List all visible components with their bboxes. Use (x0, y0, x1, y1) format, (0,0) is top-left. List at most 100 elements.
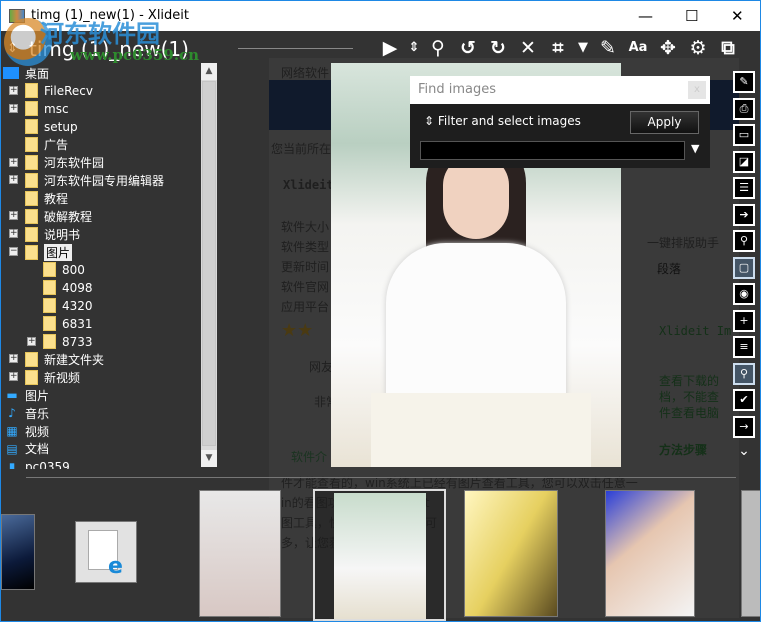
move-icon[interactable]: ✥ (653, 34, 683, 62)
computer-icon[interactable]: ▭ (733, 124, 755, 146)
rotate-left-icon[interactable]: ↺ (453, 34, 483, 62)
tree-item[interactable]: 6831 (3, 315, 201, 333)
tree-item[interactable]: − 图片 (3, 243, 201, 261)
library-item[interactable]: ▤ 文档 (3, 440, 49, 458)
bg-text: Xlideit Im (659, 324, 732, 338)
camera-icon[interactable]: ◉ (733, 283, 755, 305)
close-button[interactable]: ✕ (731, 7, 744, 25)
expand-icon[interactable]: + (9, 103, 18, 113)
folder-add-icon[interactable]: + (733, 309, 755, 332)
filter-label-text: Filter and select images (437, 114, 581, 128)
fullscreen-icon[interactable]: ⧉ (713, 34, 743, 62)
tree-item[interactable]: + 新视频 (3, 368, 201, 386)
tree-label: 破解教程 (44, 209, 93, 224)
close-icon[interactable]: ✕ (513, 34, 543, 62)
window-icon[interactable]: ▢ (733, 256, 755, 279)
up-down-icon[interactable]: ⇕ (405, 34, 423, 62)
exit-icon[interactable]: → (733, 415, 755, 438)
scroll-up-icon[interactable]: ▲ (201, 63, 217, 80)
folder-export-icon[interactable]: ➔ (733, 203, 755, 226)
print-icon[interactable]: ⎙ (733, 97, 755, 120)
search-image-icon[interactable]: ⚲ (733, 230, 755, 252)
library-item[interactable]: ♪ 音乐 (3, 404, 49, 422)
thumbnail[interactable] (605, 490, 695, 617)
tree-item[interactable]: + 河东软件园专用编辑器 (3, 171, 201, 189)
tree-item[interactable]: + 新建文件夹 (3, 350, 201, 368)
minimize-button[interactable]: — (638, 7, 653, 25)
edit-icon[interactable]: ✎ (593, 34, 623, 62)
filter-input[interactable] (420, 141, 685, 160)
viewer-area: 网络软件 系统 您当前所在 Xlideit 软件大小 软件类型 更新时间 软件官… (0, 31, 761, 622)
play-icon[interactable]: ▶ (375, 34, 405, 62)
scrollbar-thumb[interactable] (202, 81, 216, 446)
settings-icon[interactable]: ⚙ (683, 34, 713, 62)
scroll-down-icon[interactable]: ▼ (201, 450, 217, 467)
tree-label: 4098 (62, 280, 93, 295)
expand-icon[interactable]: + (9, 157, 18, 167)
expand-icon[interactable]: + (9, 372, 18, 382)
photo-detail (386, 243, 566, 413)
expand-icon[interactable]: + (9, 211, 18, 221)
tree-label: 桌面 (25, 66, 50, 81)
zoom-icon[interactable]: ⚲ (733, 362, 755, 385)
chevron-down-icon[interactable]: ⌄ (733, 442, 755, 464)
thumbnail[interactable]: e (75, 521, 137, 583)
crop-icon[interactable]: ⌗ (543, 34, 573, 62)
tree-root[interactable]: 桌面 (3, 64, 49, 82)
dropdown-icon[interactable]: ▼ (573, 34, 593, 62)
tree-label: 河东软件园专用编辑器 (44, 173, 165, 188)
library-item[interactable]: ▦ 视频 (3, 422, 49, 440)
dialog-close-button[interactable]: x (688, 81, 706, 99)
expand-icon[interactable]: + (9, 175, 18, 185)
filter-label: ⇕ Filter and select images (424, 114, 581, 128)
sort-icon[interactable]: ⇕ (424, 114, 434, 128)
tree-item[interactable]: + FileRecv (3, 82, 201, 100)
documents-icon: ▤ (6, 441, 18, 456)
tree-item[interactable]: 4098 (3, 279, 201, 297)
bg-text: 软件介 (291, 450, 328, 464)
apply-button[interactable]: Apply (630, 111, 699, 134)
tree-item[interactable]: + 破解教程 (3, 207, 201, 225)
expand-icon[interactable]: + (9, 85, 18, 95)
collapse-icon[interactable]: − (9, 247, 18, 256)
thumbnail[interactable] (199, 490, 281, 617)
tree-label: 800 (62, 262, 85, 277)
thumbnail[interactable] (1, 514, 35, 590)
folder-icon (25, 369, 38, 385)
library-item[interactable]: ▮ pc0359 (3, 458, 70, 469)
tree-label: 新视频 (44, 370, 81, 385)
expand-icon[interactable]: + (27, 336, 36, 346)
library-item[interactable]: ▬ 图片 (3, 386, 49, 404)
expand-icon[interactable]: + (9, 229, 18, 239)
filter-dropdown-icon[interactable]: ▼ (691, 142, 699, 155)
maximize-button[interactable]: ☐ (685, 7, 698, 25)
checkbox-icon[interactable]: ✔ (733, 389, 755, 411)
rotate-right-icon[interactable]: ↻ (483, 34, 513, 62)
tree-item[interactable]: 广告 (3, 136, 201, 154)
tree-item[interactable]: + msc (3, 100, 201, 118)
tree-item[interactable]: 800 (3, 261, 201, 279)
tree-label: 文档 (25, 442, 50, 457)
thumbnail[interactable] (741, 490, 760, 617)
tree-item[interactable]: setup (3, 118, 201, 136)
thumbnail-selected[interactable] (313, 489, 446, 621)
image-icon[interactable]: ◪ (733, 150, 755, 173)
tree-item[interactable]: +8733 (3, 333, 201, 351)
tree-item[interactable]: + 说明书 (3, 225, 201, 243)
search-icon[interactable]: ⚲ (423, 34, 453, 62)
bg-text: 软件官网 (281, 280, 330, 294)
tree-label: 图片 (25, 388, 50, 403)
list-icon[interactable]: ☰ (733, 177, 755, 199)
tree-item[interactable]: 教程 (3, 189, 201, 207)
tree-item[interactable]: 4320 (3, 297, 201, 315)
edit-icon[interactable]: ✎ (733, 71, 755, 93)
tree-scrollbar[interactable]: ▲ ▼ (201, 63, 217, 467)
photo-detail (371, 393, 591, 467)
thumbnail[interactable] (464, 490, 558, 617)
dialog-title: Find images (410, 76, 710, 104)
clipboard-icon[interactable]: ≡ (733, 336, 755, 358)
expand-icon[interactable]: + (9, 354, 18, 364)
font-icon[interactable]: Aa (623, 34, 653, 62)
music-icon: ♪ (8, 406, 16, 421)
tree-item[interactable]: + 河东软件园 (3, 154, 201, 172)
